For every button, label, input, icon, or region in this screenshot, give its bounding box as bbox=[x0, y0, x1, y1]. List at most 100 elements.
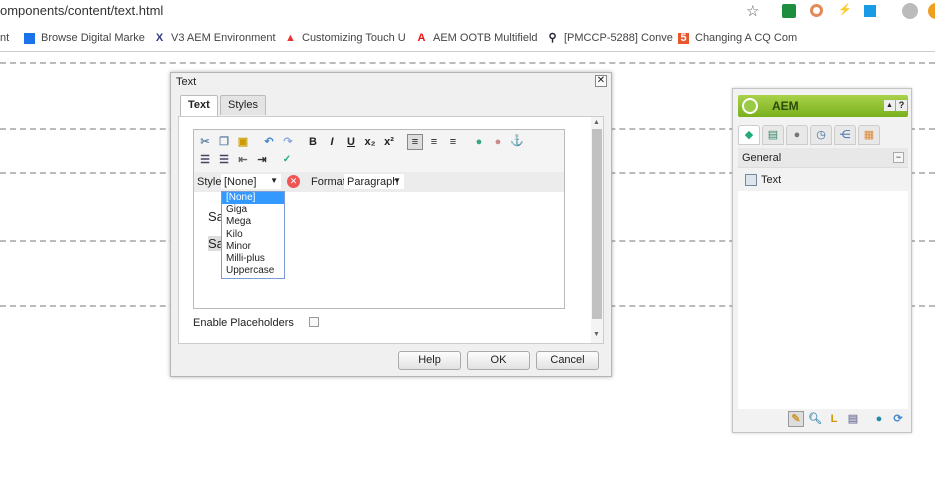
bulleted-list-icon[interactable]: ☰ bbox=[198, 153, 212, 167]
component-item[interactable]: Text bbox=[738, 169, 908, 191]
undo-icon[interactable]: ↶ bbox=[262, 135, 276, 149]
bold-icon[interactable]: B bbox=[306, 135, 320, 149]
refresh-icon[interactable]: ⟳ bbox=[891, 412, 905, 426]
outdent-icon[interactable]: ⇤ bbox=[236, 153, 250, 167]
bookmark-label: V3 AEM Environment bbox=[171, 32, 276, 44]
bookmark[interactable]: ▲ Customizing Touch U bbox=[285, 32, 406, 44]
scroll-up-icon[interactable]: ▲ bbox=[593, 119, 600, 126]
style-label: Style bbox=[197, 176, 222, 188]
spellcheck-icon[interactable]: ✓ bbox=[280, 153, 294, 167]
text-dialog: Text ✕ Text Styles ✂ ❐ ▣ ↶ ↷ B I U x₂ x²… bbox=[170, 72, 612, 377]
scrollbar[interactable]: ▲ ▼ bbox=[591, 117, 603, 343]
design-mode-icon[interactable]: L bbox=[827, 412, 841, 426]
bookmark[interactable]: Browse Digital Marke bbox=[24, 32, 145, 44]
adobe-icon: ▲ bbox=[285, 31, 296, 44]
align-left-icon[interactable]: ≡ bbox=[407, 134, 423, 150]
align-center-icon[interactable]: ≡ bbox=[427, 135, 441, 149]
help-icon[interactable]: ? bbox=[896, 100, 907, 111]
shield-icon bbox=[24, 32, 35, 44]
close-icon[interactable]: ✕ bbox=[595, 75, 607, 87]
style-option[interactable]: Kilo bbox=[222, 229, 284, 241]
bookmark[interactable]: A AEM OOTB Multifield bbox=[416, 32, 538, 44]
superscript-icon[interactable]: x² bbox=[382, 135, 396, 149]
edit-mode-icon[interactable]: ✎ bbox=[788, 411, 804, 427]
extension-icon[interactable] bbox=[782, 4, 796, 18]
redo-icon[interactable]: ↷ bbox=[281, 135, 295, 149]
extension-icon[interactable]: ⚡ bbox=[838, 3, 852, 16]
bookmark-label: [PMCCP-5288] Conve bbox=[564, 32, 673, 44]
subscript-icon[interactable]: x₂ bbox=[363, 135, 377, 149]
tab-workflow-icon[interactable]: ⋲ bbox=[834, 125, 856, 145]
scroll-down-icon[interactable]: ▼ bbox=[593, 331, 600, 338]
style-option[interactable]: Giga bbox=[222, 204, 284, 216]
style-select[interactable]: [None] ▼ bbox=[221, 174, 281, 189]
italic-icon[interactable]: I bbox=[325, 135, 339, 149]
address-bar[interactable]: omponents/content/text.html ☆ ⚡ bbox=[0, 0, 935, 24]
style-option[interactable]: Minor bbox=[222, 241, 284, 253]
windows-icon[interactable] bbox=[864, 5, 876, 17]
copy-icon[interactable]: ❐ bbox=[217, 135, 231, 149]
profile-avatar[interactable] bbox=[902, 3, 918, 19]
cut-icon[interactable]: ✂ bbox=[198, 135, 212, 149]
tab-components-icon[interactable]: ◆ bbox=[738, 125, 760, 145]
sidekick-title: AEM bbox=[772, 99, 799, 113]
help-button[interactable]: Help bbox=[398, 351, 461, 370]
ok-button[interactable]: OK bbox=[467, 351, 530, 370]
aem-logo-icon bbox=[742, 98, 758, 114]
chevron-down-icon: ▼ bbox=[393, 176, 401, 185]
bookmark-label: nt bbox=[0, 32, 10, 44]
underline-icon[interactable]: U bbox=[344, 135, 358, 149]
url-text[interactable]: omponents/content/text.html bbox=[0, 3, 163, 18]
sidekick-panel: AEM ▲ ? ◆ ▤ ● ◷ ⋲ ▦ General − Text ✎ 🔍︎ … bbox=[732, 88, 912, 433]
collapse-icon[interactable]: ▲ bbox=[884, 100, 895, 111]
tab-versioning-icon[interactable]: ◷ bbox=[810, 125, 832, 145]
style-option[interactable]: Mega bbox=[222, 216, 284, 228]
collapse-section-icon[interactable]: − bbox=[893, 152, 904, 163]
bookmark[interactable]: X V3 AEM Environment bbox=[154, 32, 276, 44]
remove-style-icon[interactable]: ✕ bbox=[287, 175, 300, 188]
style-row: Style [None] ▼ ✕ Format Paragraph ▼ bbox=[194, 172, 564, 192]
enable-placeholders-checkbox[interactable] bbox=[309, 317, 319, 327]
enable-placeholders-label: Enable Placeholders bbox=[193, 317, 294, 329]
paste-icon[interactable]: ▣ bbox=[236, 135, 250, 149]
bookmark[interactable]: nt bbox=[0, 32, 9, 44]
format-select[interactable]: Paragraph ▼ bbox=[344, 174, 404, 189]
tab-panel: ✂ ❐ ▣ ↶ ↷ B I U x₂ x² ≡ ≡ ≡ ● ● ⚓ ☰ ☰ ⇤ … bbox=[178, 116, 604, 344]
style-select-value: [None] bbox=[224, 176, 257, 188]
extension-icon[interactable] bbox=[810, 4, 823, 17]
website-icon[interactable]: ● bbox=[872, 412, 886, 426]
sidekick-header[interactable]: AEM ▲ ? bbox=[738, 95, 908, 117]
section-header-general[interactable]: General − bbox=[738, 148, 908, 168]
section-label: General bbox=[742, 152, 782, 164]
preview-icon[interactable]: 🔍︎ bbox=[808, 412, 822, 426]
bookmark[interactable]: 5 Changing A CQ Com bbox=[678, 32, 797, 44]
cancel-button[interactable]: Cancel bbox=[536, 351, 599, 370]
x-logo-icon: X bbox=[155, 31, 164, 44]
align-right-icon[interactable]: ≡ bbox=[446, 135, 460, 149]
tab-info-icon[interactable]: ▦ bbox=[858, 125, 880, 145]
tab-styles[interactable]: Styles bbox=[220, 95, 266, 115]
scaffolding-icon[interactable]: ▤ bbox=[846, 412, 860, 426]
rich-text-editor[interactable]: ✂ ❐ ▣ ↶ ↷ B I U x₂ x² ≡ ≡ ≡ ● ● ⚓ ☰ ☰ ⇤ … bbox=[193, 129, 565, 309]
component-list: Text bbox=[738, 169, 908, 409]
scrollbar-thumb[interactable] bbox=[592, 129, 602, 319]
style-option[interactable]: Milli-plus bbox=[222, 253, 284, 265]
tab-page-icon[interactable]: ▤ bbox=[762, 125, 784, 145]
tab-lock-icon[interactable]: ● bbox=[786, 125, 808, 145]
star-icon[interactable]: ☆ bbox=[746, 2, 759, 20]
style-option[interactable]: Uppercase bbox=[222, 265, 284, 277]
bookmark[interactable]: ⚲ [PMCCP-5288] Conve bbox=[547, 32, 673, 44]
style-option[interactable]: [None] bbox=[222, 192, 284, 205]
dialog-title: Text bbox=[176, 76, 197, 88]
link-icon[interactable]: ● bbox=[472, 135, 486, 149]
tab-text[interactable]: Text bbox=[180, 95, 218, 116]
format-select-value: Paragraph bbox=[347, 176, 399, 188]
anchor-icon[interactable]: ⚓ bbox=[510, 134, 524, 148]
unlink-icon[interactable]: ● bbox=[491, 135, 505, 149]
profile-avatar[interactable] bbox=[928, 3, 935, 19]
numbered-list-icon[interactable]: ☰ bbox=[217, 153, 231, 167]
format-label: Format bbox=[311, 176, 346, 188]
adobe-icon: A bbox=[417, 31, 426, 44]
indent-icon[interactable]: ⇥ bbox=[255, 153, 269, 167]
style-dropdown: [None] Giga Mega Kilo Minor Milli-plus U… bbox=[221, 191, 285, 279]
